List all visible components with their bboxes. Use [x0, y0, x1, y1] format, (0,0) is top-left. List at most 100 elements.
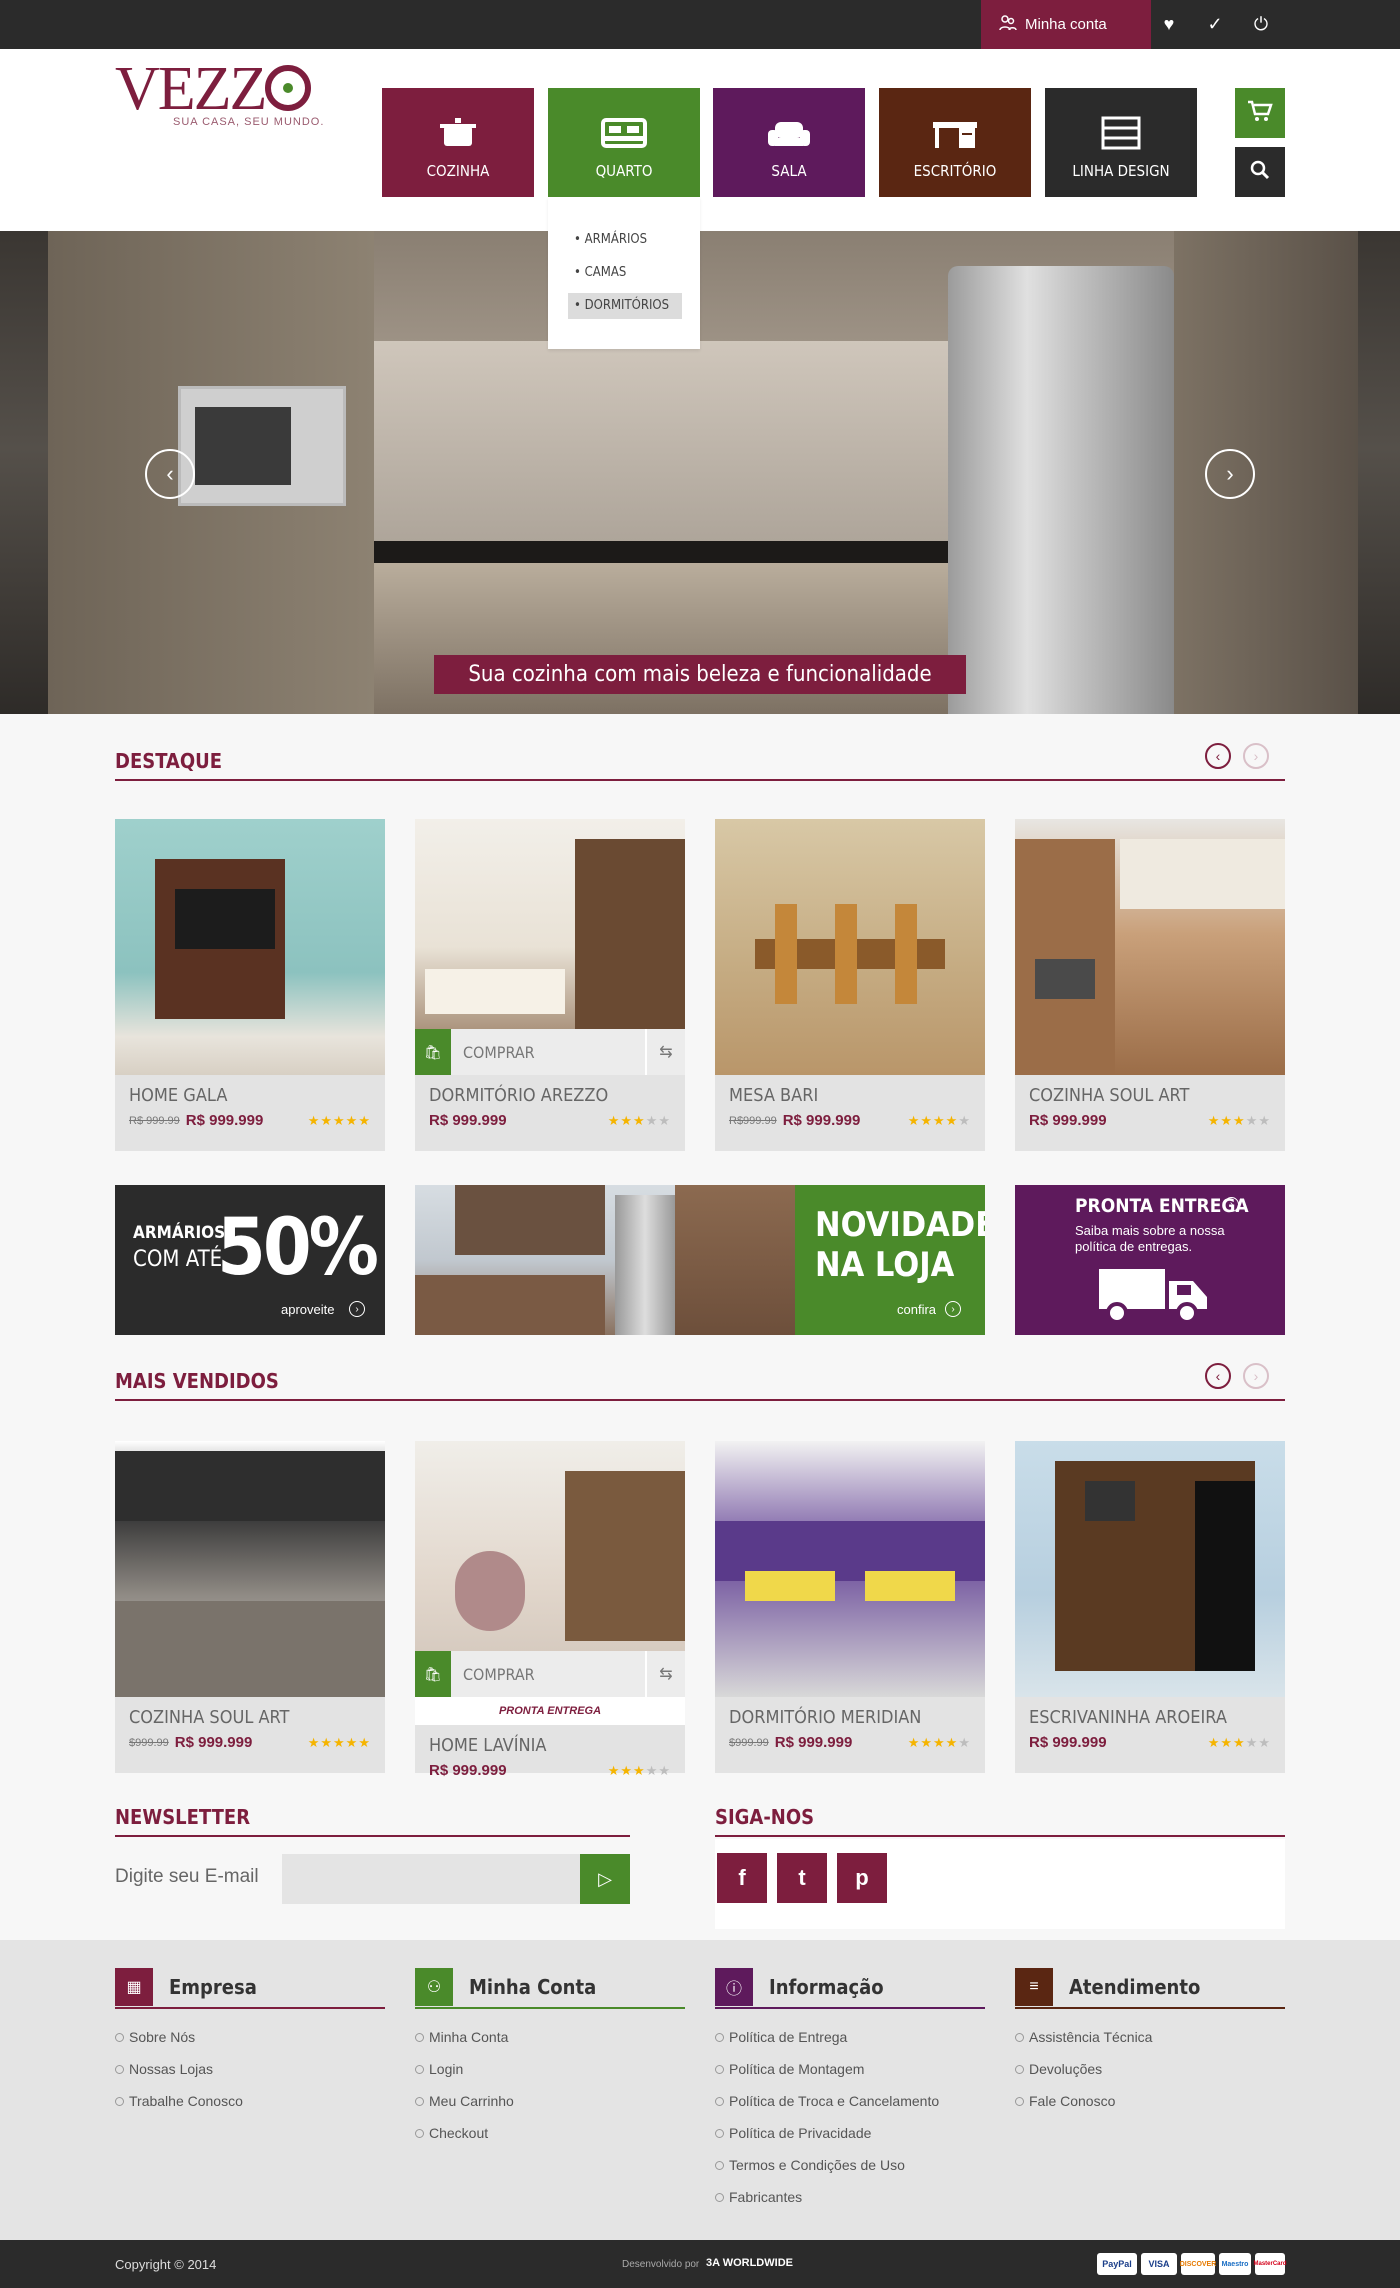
product-card[interactable]: 🛍 COMPRAR ⇆ PRONTA ENTREGA HOME LAVÍNIA R$ 99…	[415, 1441, 685, 1779]
twitter-icon: t	[798, 1865, 806, 1890]
footer-link[interactable]: Trabalhe Conosco	[115, 2085, 385, 2117]
product-name[interactable]: DORMITÓRIO MERIDIAN	[729, 1707, 971, 1728]
product-name[interactable]: COZINHA SOUL ART	[129, 1707, 371, 1728]
nav-sala[interactable]: SALA	[713, 88, 865, 197]
nav-label: ESCRITÓRIO	[913, 162, 997, 180]
footer-link[interactable]: Fabricantes	[715, 2181, 985, 2213]
product-card[interactable]: COZINHA SOUL ART $999.99 R$ 999.999 ★★★★★	[115, 1441, 385, 1773]
hero-image-fridge	[948, 266, 1174, 714]
footer-link[interactable]: Fale Conosco	[1015, 2085, 1285, 2117]
product-name[interactable]: DORMITÓRIO AREZZO	[429, 1085, 671, 1106]
pinterest-button[interactable]: p	[837, 1853, 887, 1903]
quarto-dropdown-menu: • ARMÁRIOS • CAMAS • DORMITÓRIOS	[548, 197, 700, 349]
nav-escritorio[interactable]: ESCRITÓRIO	[879, 88, 1031, 197]
search-button[interactable]	[1235, 147, 1285, 197]
product-card[interactable]: HOME GALA R$ 999.99 R$ 999.999 ★★★★★	[115, 819, 385, 1151]
dropdown-item-dormitorios[interactable]: • DORMITÓRIOS	[568, 293, 682, 319]
product-image[interactable]	[115, 819, 385, 1075]
product-card[interactable]: COZINHA SOUL ART R$ 999.999 ★★★★★	[1015, 819, 1285, 1151]
shopping-bag-icon[interactable]: 🛍	[415, 1651, 451, 1697]
destaque-next-button[interactable]: ›	[1243, 743, 1269, 769]
mais-vendidos-prev-button[interactable]: ‹	[1205, 1363, 1231, 1389]
pot-icon	[382, 116, 534, 152]
power-icon[interactable]: ⏻	[1250, 14, 1272, 35]
nav-label: LINHA DESIGN	[1072, 162, 1170, 180]
banner-armarios-percent: 50%	[217, 1203, 379, 1293]
buy-button[interactable]: COMPRAR	[451, 1665, 645, 1684]
footer-link[interactable]: Política de Montagem	[715, 2053, 985, 2085]
shopping-bag-icon[interactable]: 🛍	[415, 1029, 451, 1075]
footer-link[interactable]: Política de Privacidade	[715, 2117, 985, 2149]
cart-button[interactable]	[1235, 88, 1285, 138]
destaque-section-header: DESTAQUE ‹ ›	[115, 743, 1285, 781]
product-image[interactable]	[1015, 1441, 1285, 1697]
footer-column-title: Empresa	[169, 1975, 257, 1999]
hero-next-button[interactable]: ›	[1205, 449, 1255, 499]
product-image[interactable]	[715, 1441, 985, 1697]
footer-column-title: Informação	[769, 1975, 884, 1999]
mais-vendidos-next-button[interactable]: ›	[1243, 1363, 1269, 1389]
banner-novidades-line1: NOVIDADES	[815, 1205, 985, 1245]
footer-link[interactable]: Devoluções	[1015, 2053, 1285, 2085]
paypal-icon: PayPal	[1097, 2253, 1137, 2275]
compare-icon[interactable]: ⇆	[645, 1651, 685, 1697]
product-name[interactable]: COZINHA SOUL ART	[1029, 1085, 1271, 1106]
footer-link[interactable]: Nossas Lojas	[115, 2053, 385, 2085]
search-icon	[1250, 160, 1270, 185]
product-name[interactable]: ESCRIVANINHA AROEIRA	[1029, 1707, 1271, 1728]
nav-quarto[interactable]: QUARTO	[548, 88, 700, 197]
nav-linha-design[interactable]: LINHA DESIGN	[1045, 88, 1197, 197]
footer-link[interactable]: Minha Conta	[415, 2021, 685, 2053]
developer-logo[interactable]: 3A WORLDWIDE	[706, 2257, 793, 2269]
buy-button[interactable]: COMPRAR	[451, 1043, 645, 1062]
play-icon: ▷	[598, 1868, 612, 1889]
footer-link[interactable]: Política de Entrega	[715, 2021, 985, 2053]
heart-icon[interactable]: ♥	[1158, 14, 1180, 35]
product-card[interactable]: ESCRIVANINHA AROEIRA R$ 999.999 ★★★★★	[1015, 1441, 1285, 1773]
compare-icon[interactable]: ⇆	[645, 1029, 685, 1075]
logo[interactable]: VEZZ SUA CASA, SEU MUNDO.	[115, 58, 324, 128]
dropdown-item-armarios[interactable]: • ARMÁRIOS	[568, 227, 682, 253]
my-account-label: Minha conta	[1025, 16, 1107, 33]
banner-armarios-50[interactable]: ARMÁRIOS COM ATÉ 50% aproveite ›	[115, 1185, 385, 1335]
banner-novidades[interactable]: NOVIDADES NA LOJA confira ›	[415, 1185, 985, 1335]
check-icon[interactable]: ✓	[1204, 14, 1226, 35]
banner-pronta-entrega[interactable]: PRONTA ENTREGA › Saiba mais sobre a noss…	[1015, 1185, 1285, 1335]
newsletter-label: Digite seu E-mail	[115, 1866, 259, 1887]
dresser-icon	[1045, 116, 1197, 152]
product-image[interactable]	[115, 1441, 385, 1697]
footer-link[interactable]: Login	[415, 2053, 685, 2085]
product-name[interactable]: HOME GALA	[129, 1085, 371, 1106]
footer-link[interactable]: Termos e Condições de Uso	[715, 2149, 985, 2181]
destaque-prev-button[interactable]: ‹	[1205, 743, 1231, 769]
newsletter-email-input[interactable]	[282, 1854, 580, 1904]
footer-link[interactable]: Política de Troca e Cancelamento	[715, 2085, 985, 2117]
product-price: R$ 999.999	[429, 1762, 507, 1779]
footer-column: ▦ Empresa Sobre Nós Nossas Lojas Trabalhe Co…	[115, 1967, 385, 2117]
top-bar: Minha conta ♥ ✓ ⏻	[0, 0, 1400, 49]
hero-prev-button[interactable]: ‹	[145, 449, 195, 499]
footer-link[interactable]: Meu Carrinho	[415, 2085, 685, 2117]
product-image[interactable]	[1015, 819, 1285, 1075]
footer-column-header: ⓘ Informação	[715, 1967, 985, 2009]
twitter-button[interactable]: t	[777, 1853, 827, 1903]
product-card[interactable]: MESA BARI R$999.99 R$ 999.999 ★★★★★	[715, 819, 985, 1151]
footer-link[interactable]: Checkout	[415, 2117, 685, 2149]
product-price: R$ 999.999	[774, 1734, 853, 1751]
footer-link[interactable]: Assistência Técnica	[1015, 2021, 1285, 2053]
my-account-button[interactable]: Minha conta	[981, 0, 1151, 49]
product-name[interactable]: HOME LAVÍNIA	[429, 1735, 671, 1756]
newsletter-section-header: NEWSLETTER	[115, 1801, 630, 1837]
footer-column-header: ⚇ Minha Conta	[415, 1967, 685, 2009]
dropdown-item-camas[interactable]: • CAMAS	[568, 260, 682, 286]
rating-stars: ★★★★★	[907, 1734, 971, 1750]
newsletter-submit-button[interactable]: ▷	[580, 1854, 630, 1904]
product-name[interactable]: MESA BARI	[729, 1085, 971, 1106]
product-card[interactable]: DORMITÓRIO MERIDIAN $999.99 R$ 999.999 ★★★★…	[715, 1441, 985, 1773]
nav-cozinha[interactable]: COZINHA	[382, 88, 534, 197]
product-image[interactable]	[715, 819, 985, 1075]
facebook-button[interactable]: f	[717, 1853, 767, 1903]
product-card[interactable]: 🛍 COMPRAR ⇆ DORMITÓRIO AREZZO R$ 999.999 ★★★★…	[415, 819, 685, 1151]
footer-link[interactable]: Sobre Nós	[115, 2021, 385, 2053]
footer-column-title: Minha Conta	[469, 1975, 597, 1999]
